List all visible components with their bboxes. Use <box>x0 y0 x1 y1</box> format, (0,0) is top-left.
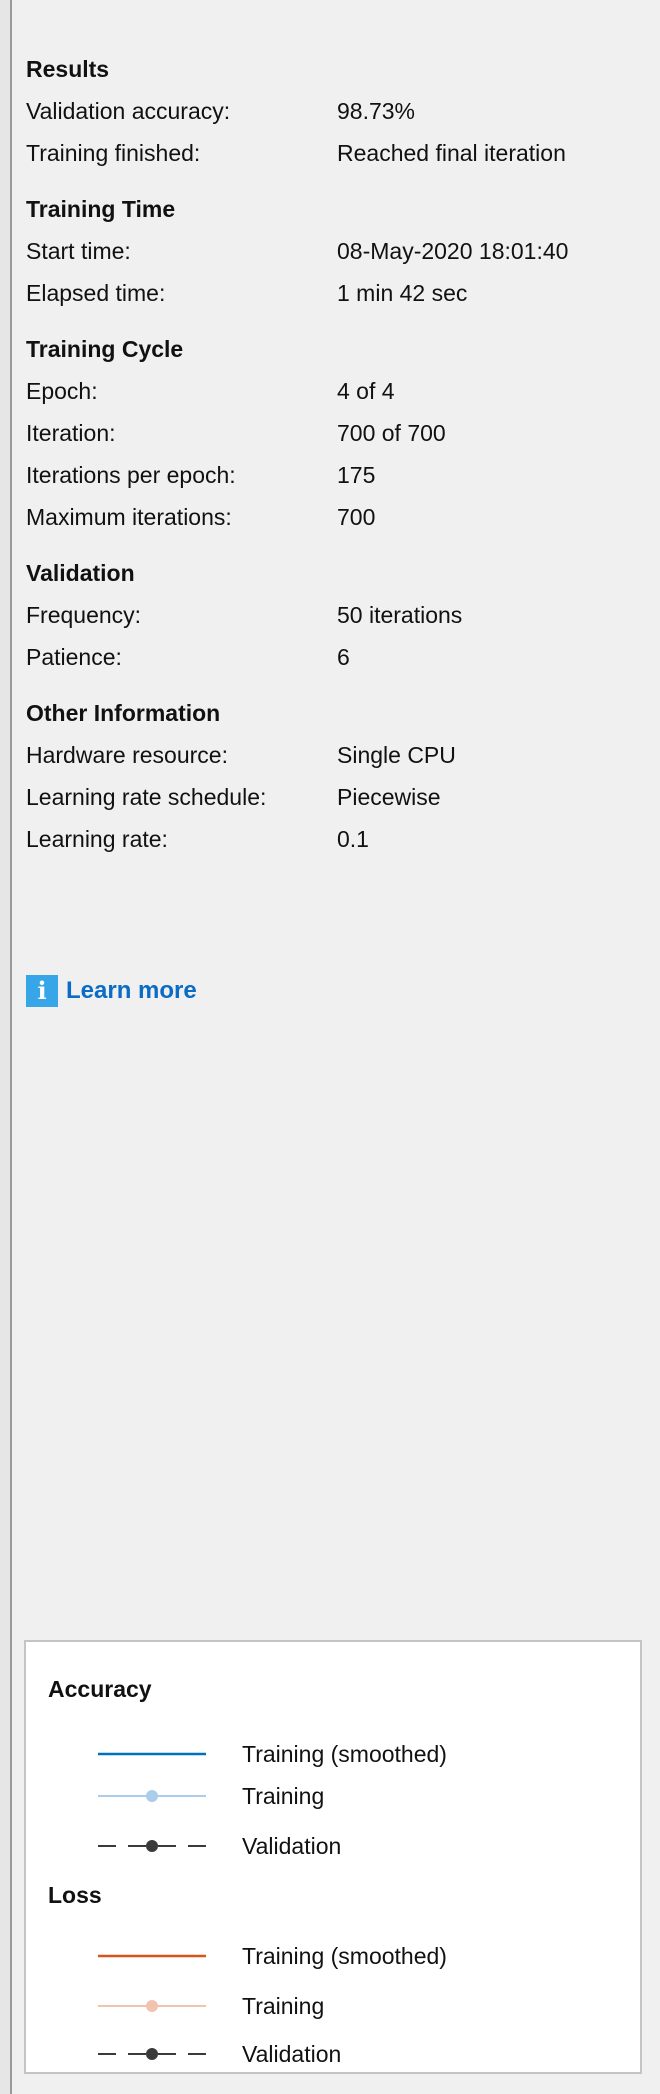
legend-label: Training (smoothed) <box>242 1741 447 1767</box>
info-value: 0.1 <box>337 826 369 852</box>
info-icon[interactable]: i <box>26 975 58 1007</box>
info-value: Single CPU <box>337 742 456 768</box>
legend-title-loss: Loss <box>48 1882 102 1908</box>
info-row: Training finished: Reached final iterati… <box>26 132 646 174</box>
info-label: Frequency: <box>26 602 142 628</box>
info-label: Learning rate: <box>26 826 168 852</box>
info-value: 6 <box>337 644 350 670</box>
section-training-time: Training Time Start time: 08-May-2020 18… <box>26 188 646 314</box>
info-row: Maximum iterations: 700 <box>26 496 646 538</box>
info-label: Elapsed time: <box>26 280 166 306</box>
info-value: Reached final iteration <box>337 140 566 166</box>
info-label: Validation accuracy: <box>26 98 231 124</box>
panel-left-border <box>0 0 12 2094</box>
legend-item-loss-training-smoothed: Training (smoothed) <box>96 1938 596 1974</box>
legend-label: Training <box>242 1783 325 1809</box>
legend-line-marker <box>98 2000 206 2012</box>
legend-item-accuracy-validation: Validation <box>96 1828 596 1864</box>
legend-item-loss-validation: Validation <box>96 2036 596 2072</box>
info-label: Hardware resource: <box>26 742 228 768</box>
legend-title-accuracy: Accuracy <box>48 1676 152 1702</box>
info-value: 175 <box>337 462 376 488</box>
info-label: Start time: <box>26 238 131 264</box>
legend-line-dashed-marker <box>98 2048 206 2060</box>
legend-item-accuracy-training-smoothed: Training (smoothed) <box>96 1736 596 1772</box>
info-label: Epoch: <box>26 378 98 404</box>
info-row: Frequency: 50 iterations <box>26 594 646 636</box>
info-row: Start time: 08-May-2020 18:01:40 <box>26 230 646 272</box>
section-results: Results Validation accuracy: 98.73% Trai… <box>26 48 646 174</box>
section-validation: Validation Frequency: 50 iterations Pati… <box>26 552 646 678</box>
info-value: 700 <box>337 504 376 530</box>
section-title: Training Cycle <box>26 336 184 362</box>
legend-line-dashed-marker <box>98 1840 206 1852</box>
section-title: Validation <box>26 560 135 586</box>
info-value: 08-May-2020 18:01:40 <box>337 238 569 264</box>
section-training-cycle: Training Cycle Epoch: 4 of 4 Iteration: … <box>26 328 646 538</box>
info-row: Learning rate schedule: Piecewise <box>26 776 646 818</box>
section-title: Results <box>26 56 110 82</box>
info-value: 50 iterations <box>337 602 463 628</box>
info-label: Iteration: <box>26 420 116 446</box>
info-label: Iterations per epoch: <box>26 462 236 488</box>
info-label: Patience: <box>26 644 122 670</box>
info-row: Learning rate: 0.1 <box>26 818 646 860</box>
legend-label: Validation <box>242 2041 342 2067</box>
legend-line-marker <box>98 1790 206 1802</box>
info-value: 98.73% <box>337 98 416 124</box>
learn-more-link-group[interactable]: i Learn more <box>26 975 197 1007</box>
section-other-information: Other Information Hardware resource: Sin… <box>26 692 646 860</box>
info-value: 1 min 42 sec <box>337 280 468 306</box>
info-row: Patience: 6 <box>26 636 646 678</box>
legend-item-loss-training: Training <box>96 1988 596 2024</box>
info-value: 4 of 4 <box>337 378 395 404</box>
section-title: Other Information <box>26 700 221 726</box>
legend-line-solid <box>98 1752 206 1756</box>
learn-more-link[interactable]: Learn more <box>66 977 197 1005</box>
info-label: Learning rate schedule: <box>26 784 267 810</box>
info-row: Epoch: 4 of 4 <box>26 370 646 412</box>
plot-legend: Accuracy Training (smoothed) Training Va… <box>24 1640 642 2074</box>
info-value: 700 of 700 <box>337 420 446 446</box>
info-row: Iteration: 700 of 700 <box>26 412 646 454</box>
info-label: Training finished: <box>26 140 201 166</box>
info-row: Validation accuracy: 98.73% <box>26 90 646 132</box>
info-value: Piecewise <box>337 784 441 810</box>
info-row: Elapsed time: 1 min 42 sec <box>26 272 646 314</box>
info-row: Iterations per epoch: 175 <box>26 454 646 496</box>
info-label: Maximum iterations: <box>26 504 232 530</box>
legend-item-accuracy-training: Training <box>96 1778 596 1814</box>
legend-label: Training (smoothed) <box>242 1943 447 1969</box>
legend-label: Training <box>242 1993 325 2019</box>
section-title: Training Time <box>26 196 176 222</box>
info-row: Hardware resource: Single CPU <box>26 734 646 776</box>
legend-label: Validation <box>242 1833 342 1859</box>
legend-line-solid <box>98 1954 206 1958</box>
training-info-panel: Results Validation accuracy: 98.73% Trai… <box>26 0 646 860</box>
